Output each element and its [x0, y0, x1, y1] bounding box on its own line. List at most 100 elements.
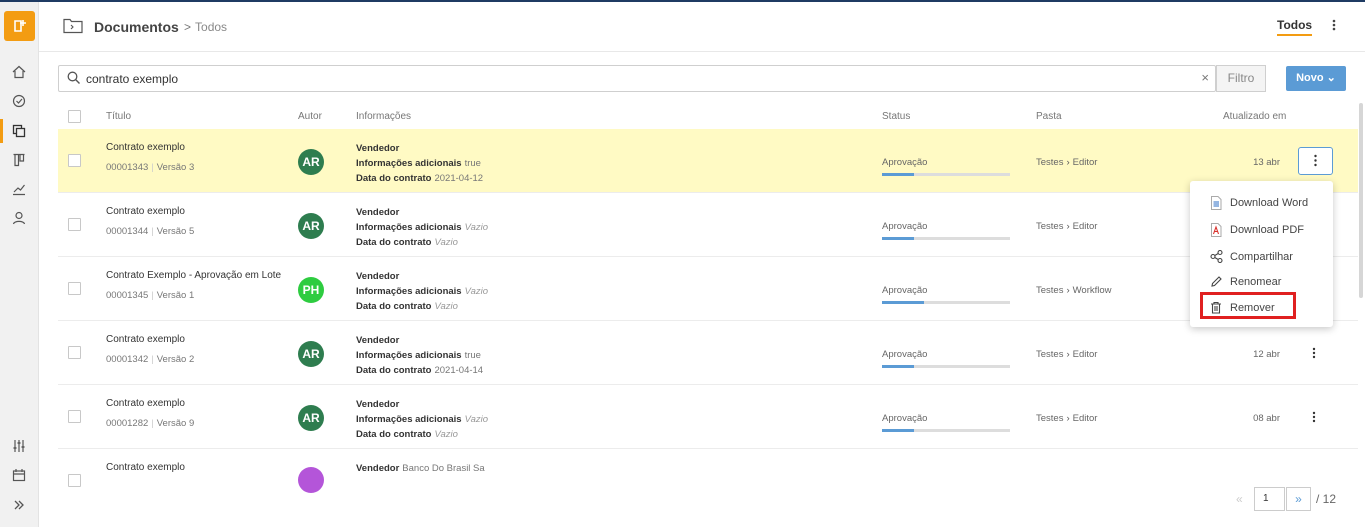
- row-checkbox[interactable]: [68, 154, 81, 167]
- reports-icon[interactable]: [9, 179, 29, 199]
- folder-path[interactable]: Testes › Editor: [1036, 349, 1097, 360]
- sidebar: [0, 2, 39, 527]
- info-data-label: Data do contrato: [356, 429, 432, 440]
- info-adicionais-value: true: [464, 350, 481, 361]
- table-row[interactable]: Contrato exemplo 00001342 | Versão 2 AR Vende…: [58, 321, 1358, 385]
- status-progress-bar: [882, 237, 1010, 240]
- folder-name: Testes: [1036, 285, 1064, 296]
- add-document-logo[interactable]: [4, 11, 35, 41]
- info-adicionais-value: Vazio: [464, 286, 489, 297]
- scrollbar[interactable]: [1359, 103, 1363, 298]
- column-informacoes[interactable]: Informações: [356, 111, 411, 122]
- row-actions-icon[interactable]: [1308, 345, 1320, 361]
- document-title[interactable]: Contrato Exemplo - Aprovação em Lote: [106, 270, 281, 281]
- column-atualizado[interactable]: Atualizado em: [1223, 111, 1286, 122]
- avatar: PH: [298, 277, 324, 303]
- new-button[interactable]: Novo ⌄: [1286, 66, 1346, 91]
- menu-download-pdf[interactable]: Download PDF: [1190, 218, 1333, 242]
- pagination-prev[interactable]: «: [1236, 492, 1243, 506]
- column-pasta[interactable]: Pasta: [1036, 111, 1062, 122]
- row-checkbox[interactable]: [68, 218, 81, 231]
- pencil-icon: [1210, 275, 1222, 289]
- status-label: Aprovação: [882, 413, 928, 424]
- row-actions-button-active[interactable]: [1298, 147, 1333, 175]
- approvals-icon[interactable]: [9, 91, 29, 111]
- info-data-value: Vazio: [434, 429, 458, 440]
- breadcrumb-label: Todos: [195, 20, 228, 34]
- document-title[interactable]: Contrato exemplo: [106, 334, 185, 345]
- avatar-initials: AR: [302, 219, 320, 233]
- folder-path[interactable]: Testes › Editor: [1036, 157, 1097, 168]
- info-adicionais-label: Informações adicionais: [356, 222, 462, 233]
- document-title[interactable]: Contrato exemplo: [106, 142, 185, 153]
- table-row[interactable]: Contrato exemplo 00001343 | Versão 3 AR Vende…: [58, 129, 1358, 193]
- menu-label: Download PDF: [1230, 224, 1304, 236]
- menu-download-word[interactable]: Download Word: [1190, 191, 1333, 215]
- progress-fill: [882, 365, 914, 368]
- menu-label: Download Word: [1230, 197, 1309, 209]
- user-icon[interactable]: [9, 208, 29, 228]
- folder-path[interactable]: Testes › Editor: [1036, 221, 1097, 232]
- column-status[interactable]: Status: [882, 111, 910, 122]
- column-autor[interactable]: Autor: [298, 111, 322, 122]
- calendar-icon[interactable]: [9, 465, 29, 485]
- menu-remove[interactable]: Remover: [1190, 292, 1333, 320]
- page-header: Documentos > Todos Todos: [39, 2, 1365, 52]
- avatar-initials: AR: [302, 155, 320, 169]
- document-title[interactable]: Contrato exemplo: [106, 398, 185, 409]
- settings-sliders-icon[interactable]: [9, 436, 29, 456]
- row-checkbox[interactable]: [68, 474, 81, 487]
- subfolder-name: Editor: [1072, 221, 1098, 232]
- folder-icon: [63, 18, 83, 37]
- table-row[interactable]: Contrato exemplo 00001344 | Versão 5 AR Vende…: [58, 193, 1358, 257]
- info-adicionais-label: Informações adicionais: [356, 286, 462, 297]
- breadcrumb[interactable]: > Todos: [184, 20, 227, 34]
- status-label: Aprovação: [882, 349, 928, 360]
- document-code: 00001343: [106, 162, 149, 173]
- board-icon[interactable]: [9, 150, 29, 170]
- select-all-checkbox[interactable]: [68, 110, 81, 123]
- column-titulo[interactable]: Título: [106, 111, 131, 122]
- expand-sidebar-icon[interactable]: [9, 495, 29, 515]
- progress-fill: [882, 237, 914, 240]
- avatar: AR: [298, 405, 324, 431]
- folder-path[interactable]: Testes › Workflow: [1036, 285, 1112, 296]
- clear-search-icon[interactable]: ×: [1201, 70, 1209, 85]
- info-data-value: 2021-04-12: [434, 173, 484, 184]
- info-adicionais-value: true: [464, 158, 481, 169]
- document-title[interactable]: Contrato exemplo: [106, 462, 185, 473]
- filter-button[interactable]: Filtro: [1216, 65, 1266, 92]
- document-version: Versão 3: [156, 162, 195, 173]
- separator: |: [151, 354, 154, 365]
- document-info: Vendedor Informações adicionais Vazio Data …: [356, 205, 488, 250]
- document-meta: 00001343 | Versão 3: [106, 162, 194, 173]
- document-info: Vendedor Banco Do Brasil Sa: [356, 461, 485, 476]
- new-button-label: Novo: [1296, 72, 1324, 84]
- menu-share[interactable]: Compartilhar: [1190, 245, 1333, 269]
- info-vendedor-value: Banco Do Brasil Sa: [402, 463, 485, 474]
- menu-rename[interactable]: Renomear: [1190, 270, 1333, 294]
- folder-path[interactable]: Testes › Editor: [1036, 413, 1097, 424]
- row-checkbox[interactable]: [68, 282, 81, 295]
- header-more-icon[interactable]: [1329, 17, 1339, 33]
- table-row[interactable]: Contrato Exemplo - Aprovação em Lote 0000…: [58, 257, 1358, 321]
- row-checkbox[interactable]: [68, 346, 81, 359]
- status-label: Aprovação: [882, 285, 928, 296]
- page-title: Documentos: [94, 19, 179, 35]
- documents-icon[interactable]: [9, 121, 29, 141]
- home-icon[interactable]: [9, 62, 29, 82]
- info-data-value: 2021-04-14: [434, 365, 484, 376]
- menu-label: Remover: [1230, 302, 1275, 314]
- info-vendedor-label: Vendedor: [356, 335, 400, 346]
- pagination-next[interactable]: »: [1286, 487, 1311, 511]
- tab-todos[interactable]: Todos: [1277, 18, 1313, 36]
- search-input[interactable]: [86, 69, 1186, 89]
- document-title[interactable]: Contrato exemplo: [106, 206, 185, 217]
- row-actions-icon[interactable]: [1308, 409, 1320, 425]
- row-checkbox[interactable]: [68, 410, 81, 423]
- table-row[interactable]: Contrato exemplo Vendedor Banco Do Brasil …: [58, 449, 1358, 494]
- page-number-input[interactable]: 1: [1254, 487, 1285, 511]
- status-label: Aprovação: [882, 221, 928, 232]
- table-row[interactable]: Contrato exemplo 00001282 | Versão 9 AR Vende…: [58, 385, 1358, 449]
- info-data-label: Data do contrato: [356, 237, 432, 248]
